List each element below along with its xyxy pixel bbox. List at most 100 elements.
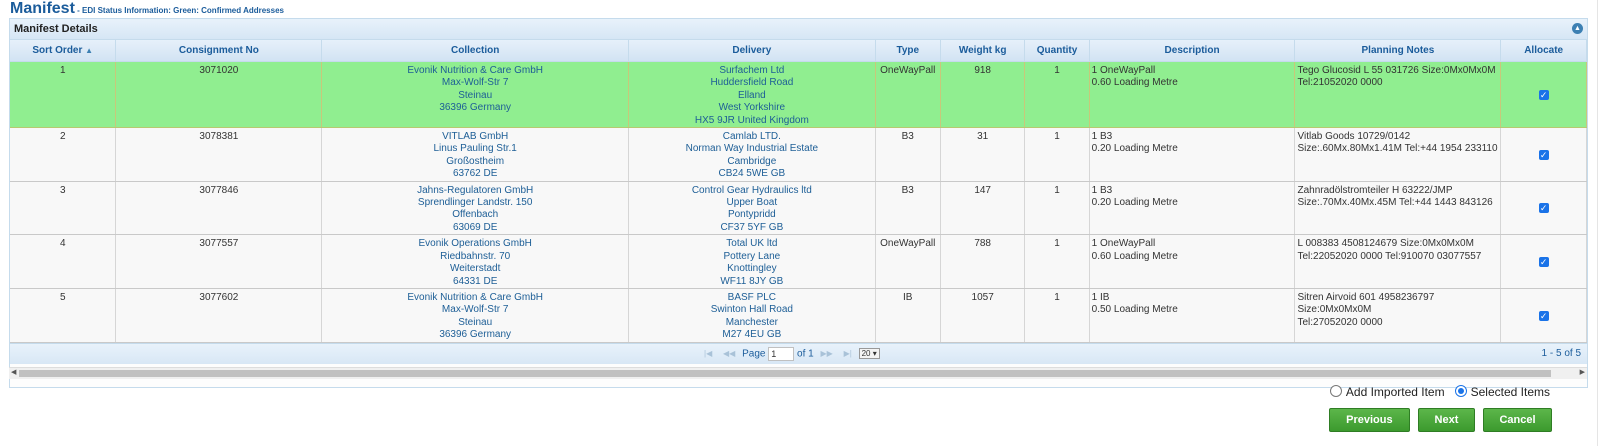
allocate-checkbox[interactable]: ✓ xyxy=(1538,203,1549,214)
next-page-icon[interactable]: ▶▶ xyxy=(821,349,833,358)
page-number-input[interactable]: 1 xyxy=(768,346,795,361)
column-sort-order[interactable]: Sort Order ▲ xyxy=(10,40,117,62)
collection-line: 63762 DE xyxy=(452,168,498,180)
page-label: Page xyxy=(742,348,766,360)
cell-quantity: 1 xyxy=(1024,127,1090,182)
column-collection[interactable]: Collection xyxy=(321,40,630,62)
allocate-checkbox[interactable]: ✓ xyxy=(1538,310,1549,321)
cell-sort-order: 5 xyxy=(10,288,117,343)
cell-description: 1 OneWayPall 0.60 Loading Metre xyxy=(1089,234,1296,289)
scroll-right-icon[interactable]: ▶ xyxy=(1580,368,1585,376)
description-line: 0.60 Loading Metre xyxy=(1091,77,1178,89)
add-imported-item-radio[interactable] xyxy=(1329,385,1342,397)
collection-line: Jahns-Regulatoren GmbH xyxy=(417,184,534,196)
edi-status-info: - EDI Status Information: Green: Confirm… xyxy=(74,6,284,15)
collection-line: Evonik Operations GmbH xyxy=(418,238,532,250)
allocate-checkbox[interactable]: ✓ xyxy=(1538,149,1549,160)
page-size-select[interactable]: 20 ▾ xyxy=(858,348,880,360)
cell-allocate: ✓ xyxy=(1500,127,1587,182)
delivery-line: Pontypridd xyxy=(727,209,776,221)
table-header-row: Sort Order ▲ Consignment No Collection D… xyxy=(10,40,1587,62)
previous-button[interactable]: Previous xyxy=(1328,408,1410,432)
cancel-button[interactable]: Cancel xyxy=(1483,408,1552,432)
scrollbar-thumb[interactable] xyxy=(19,370,1551,377)
column-planning-notes[interactable]: Planning Notes xyxy=(1294,40,1502,62)
delivery-line: Camlab LTD. xyxy=(722,131,781,143)
delivery-line: WF11 8JY GB xyxy=(720,275,784,287)
cell-type: OneWayPall xyxy=(875,61,941,129)
column-quantity[interactable]: Quantity xyxy=(1024,40,1090,62)
description-line: 1 IB xyxy=(1091,291,1110,303)
chevron-up-icon[interactable]: ▲ xyxy=(1572,23,1583,34)
table-row[interactable]: 4 3077557 Evonik Operations GmbH Riedbahnst… xyxy=(10,234,1587,289)
collection-line: 36396 Germany xyxy=(439,102,512,114)
notes-line: Size:.70Mx.40Mx.45M Tel:+44 1443 843126 xyxy=(1297,197,1493,209)
description-line: 1 B3 xyxy=(1091,184,1113,196)
cell-consignment-no: 3077557 xyxy=(115,234,323,289)
notes-line: L 008383 4508124679 Size:0Mx0Mx0M xyxy=(1297,238,1474,250)
add-imported-item-label: Add Imported Item xyxy=(1345,385,1445,399)
cell-sort-order: 3 xyxy=(10,181,117,236)
pager-controls: |◀ ◀◀ Page 1 of 1 ▶▶ ▶| 20 ▾ xyxy=(700,346,880,361)
cell-planning-notes: Vitlab Goods 10729/0142 Size:.60Mx.80Mx1.… xyxy=(1294,127,1502,182)
collection-line: Linus Pauling Str.1 xyxy=(433,143,517,155)
pager: |◀ ◀◀ Page 1 of 1 ▶▶ ▶| 20 ▾ 1 - 5 of 5 xyxy=(10,342,1587,364)
horizontal-scrollbar[interactable]: ◀ ▶ xyxy=(9,367,1587,379)
item-source-options: Add Imported Item Selected Items xyxy=(1329,385,1550,399)
collection-line: Max-Wolf-Str 7 xyxy=(441,304,509,316)
sort-icon[interactable]: ▲ xyxy=(85,46,93,55)
delivery-line: Knottingley xyxy=(727,263,777,275)
cell-collection: Evonik Nutrition & Care GmbH Max-Wolf-Str… xyxy=(321,288,630,343)
table-row[interactable]: 1 3071020 Evonik Nutrition & Care GmbH Max-… xyxy=(10,61,1587,129)
collection-line: Sprendlinger Landstr. 150 xyxy=(417,197,533,209)
page-title: Manifest xyxy=(10,0,75,17)
cell-delivery: Camlab LTD. Norman Way Industrial Estate C… xyxy=(628,127,876,182)
selected-items-radio[interactable] xyxy=(1454,385,1467,397)
collection-line: 63069 DE xyxy=(452,221,498,233)
cell-collection: Evonik Operations GmbH Riedbahnstr. 70 Wei… xyxy=(321,234,630,289)
first-page-icon[interactable]: |◀ xyxy=(704,349,712,358)
delivery-line: Swinton Hall Road xyxy=(710,304,793,316)
column-consignment-no[interactable]: Consignment No xyxy=(115,40,323,62)
page-edge xyxy=(1597,0,1598,446)
cell-weight: 788 xyxy=(940,234,1026,289)
delivery-line: Pottery Lane xyxy=(723,250,781,262)
cell-weight: 918 xyxy=(940,61,1026,129)
column-type[interactable]: Type xyxy=(875,40,941,62)
delivery-line: CB24 5WE GB xyxy=(718,168,786,180)
delivery-line: HX5 9JR United Kingdom xyxy=(694,114,809,126)
cell-planning-notes: Zahnradölstromteiler H 63222/JMP Size:.70… xyxy=(1294,181,1502,236)
notes-line: Vitlab Goods 10729/0142 xyxy=(1297,131,1411,143)
last-page-icon[interactable]: ▶| xyxy=(844,349,852,358)
cell-allocate: ✓ xyxy=(1500,288,1587,343)
allocate-checkbox[interactable]: ✓ xyxy=(1538,256,1549,267)
page-size-value: 20 xyxy=(861,349,871,359)
column-description[interactable]: Description xyxy=(1089,40,1296,62)
cell-collection: Jahns-Regulatoren GmbH Sprendlinger Lands… xyxy=(321,181,630,236)
prev-page-icon[interactable]: ◀◀ xyxy=(723,349,735,358)
table-row[interactable]: 2 3078381 VITLAB GmbH Linus Pauling Str.1 Gr… xyxy=(10,127,1587,182)
delivery-line: Cambridge xyxy=(727,155,777,167)
table-row[interactable]: 5 3077602 Evonik Nutrition & Care GmbH Max-… xyxy=(10,288,1587,343)
description-line: 1 OneWayPall xyxy=(1091,238,1156,250)
cell-collection: Evonik Nutrition & Care GmbH Max-Wolf-Str… xyxy=(321,61,630,129)
delivery-line: M27 4EU GB xyxy=(722,329,782,341)
panel-title: Manifest Details xyxy=(14,23,98,35)
column-allocate[interactable]: Allocate xyxy=(1500,40,1587,62)
cell-type: OneWayPall xyxy=(875,234,941,289)
next-button[interactable]: Next xyxy=(1417,408,1475,432)
cell-quantity: 1 xyxy=(1024,181,1090,236)
cell-allocate: ✓ xyxy=(1500,234,1587,289)
table-row[interactable]: 3 3077846 Jahns-Regulatoren GmbH Sprendling… xyxy=(10,181,1587,236)
allocate-checkbox[interactable]: ✓ xyxy=(1538,89,1549,100)
panel-header: Manifest Details ▲ xyxy=(10,19,1587,40)
cell-description: 1 B3 0.20 Loading Metre xyxy=(1089,127,1296,182)
scroll-left-icon[interactable]: ◀ xyxy=(11,368,16,376)
cell-delivery: Surfachem Ltd Huddersfield Road Elland West… xyxy=(628,61,876,129)
notes-line: Size:.60Mx.80Mx1.41M Tel:+44 1954 233110 xyxy=(1297,143,1498,155)
column-weight[interactable]: Weight kg xyxy=(940,40,1026,62)
cell-consignment-no: 3077846 xyxy=(115,181,323,236)
column-label: Sort Order xyxy=(32,45,83,56)
column-delivery[interactable]: Delivery xyxy=(628,40,876,62)
cell-delivery: Total UK ltd Pottery Lane Knottingley WF11 … xyxy=(628,234,876,289)
